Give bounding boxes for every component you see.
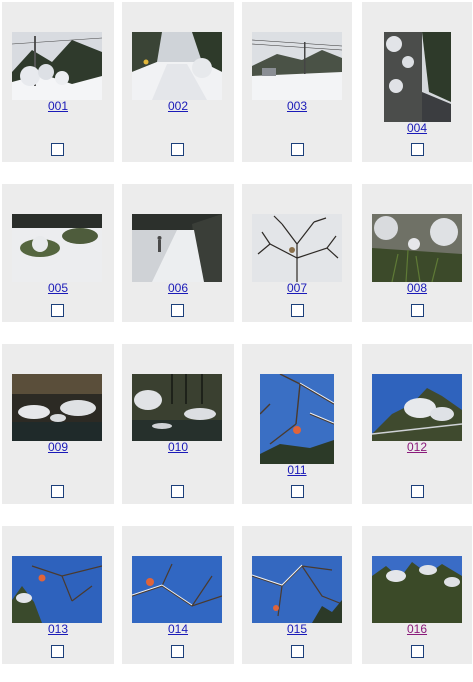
thumbnail-link[interactable] xyxy=(132,374,222,441)
thumbnail-link[interactable] xyxy=(132,214,222,282)
thumbnail-label[interactable]: 011 xyxy=(242,464,352,477)
thumbnail-label[interactable]: 016 xyxy=(362,623,472,636)
thumbnail-image xyxy=(132,556,222,623)
thumbnail-label[interactable]: 012 xyxy=(362,441,472,454)
thumbnail-link[interactable] xyxy=(12,556,102,623)
select-checkbox[interactable] xyxy=(411,304,424,317)
select-checkbox[interactable] xyxy=(51,304,64,317)
select-checkbox[interactable] xyxy=(411,645,424,658)
thumbnail-label[interactable]: 015 xyxy=(242,623,352,636)
thumbnail-image xyxy=(132,214,222,282)
select-checkbox[interactable] xyxy=(411,143,424,156)
thumbnail-link[interactable] xyxy=(372,374,462,441)
thumbnail-label[interactable]: 005 xyxy=(2,282,114,295)
thumbnail-label[interactable]: 009 xyxy=(2,441,114,454)
thumbnail-link[interactable] xyxy=(12,214,102,282)
select-checkbox[interactable] xyxy=(171,645,184,658)
select-checkbox[interactable] xyxy=(51,645,64,658)
thumbnail-image xyxy=(12,214,102,282)
select-checkbox[interactable] xyxy=(291,304,304,317)
gallery-cell: 010 xyxy=(122,344,234,504)
thumbnail-link[interactable] xyxy=(372,214,462,282)
gallery-cell: 009 xyxy=(2,344,114,504)
thumbnail-link[interactable] xyxy=(384,32,451,122)
thumbnail-image xyxy=(12,32,102,100)
gallery-cell: 008 xyxy=(362,184,472,322)
thumbnail-label[interactable]: 008 xyxy=(362,282,472,295)
thumbnail-label[interactable]: 004 xyxy=(362,122,472,135)
thumbnail-image xyxy=(372,556,462,623)
thumbnail-image xyxy=(132,374,222,441)
thumbnail-link[interactable] xyxy=(252,32,342,100)
thumbnail-link[interactable] xyxy=(252,214,342,282)
thumbnail-image xyxy=(252,556,342,623)
select-checkbox[interactable] xyxy=(411,485,424,498)
thumbnail-label[interactable]: 001 xyxy=(2,100,114,113)
select-checkbox[interactable] xyxy=(51,485,64,498)
thumbnail-image xyxy=(252,214,342,282)
select-checkbox[interactable] xyxy=(171,143,184,156)
thumbnail-image xyxy=(384,32,451,122)
thumbnail-label[interactable]: 007 xyxy=(242,282,352,295)
thumbnail-link[interactable] xyxy=(372,556,462,623)
thumbnail-label[interactable]: 003 xyxy=(242,100,352,113)
select-checkbox[interactable] xyxy=(291,645,304,658)
gallery-cell: 016 xyxy=(362,526,472,664)
select-checkbox[interactable] xyxy=(171,485,184,498)
thumbnail-label[interactable]: 002 xyxy=(122,100,234,113)
gallery-cell: 011 xyxy=(242,344,352,504)
thumbnail-link[interactable] xyxy=(132,32,222,100)
thumbnail-link[interactable] xyxy=(12,32,102,100)
select-checkbox[interactable] xyxy=(171,304,184,317)
select-checkbox[interactable] xyxy=(51,143,64,156)
thumbnail-link[interactable] xyxy=(252,556,342,623)
thumbnail-link[interactable] xyxy=(12,374,102,441)
thumbnail-image xyxy=(372,214,462,282)
thumbnail-image xyxy=(132,32,222,100)
gallery-cell: 012 xyxy=(362,344,472,504)
gallery-cell: 014 xyxy=(122,526,234,664)
gallery-cell: 006 xyxy=(122,184,234,322)
thumbnail-image xyxy=(260,374,334,464)
gallery-cell: 005 xyxy=(2,184,114,322)
thumbnail-image xyxy=(12,556,102,623)
gallery-cell: 004 xyxy=(362,2,472,162)
thumbnail-link[interactable] xyxy=(132,556,222,623)
thumbnail-label[interactable]: 014 xyxy=(122,623,234,636)
thumbnail-image xyxy=(252,32,342,100)
gallery-cell: 015 xyxy=(242,526,352,664)
thumbnail-label[interactable]: 010 xyxy=(122,441,234,454)
select-checkbox[interactable] xyxy=(291,485,304,498)
thumbnail-label[interactable]: 013 xyxy=(2,623,114,636)
thumbnail-link[interactable] xyxy=(260,374,334,464)
thumbnail-label[interactable]: 006 xyxy=(122,282,234,295)
thumbnail-image xyxy=(12,374,102,441)
gallery-cell: 001 xyxy=(2,2,114,162)
gallery-cell: 003 xyxy=(242,2,352,162)
gallery-cell: 007 xyxy=(242,184,352,322)
gallery-cell: 013 xyxy=(2,526,114,664)
gallery-cell: 002 xyxy=(122,2,234,162)
select-checkbox[interactable] xyxy=(291,143,304,156)
thumbnail-image xyxy=(372,374,462,441)
